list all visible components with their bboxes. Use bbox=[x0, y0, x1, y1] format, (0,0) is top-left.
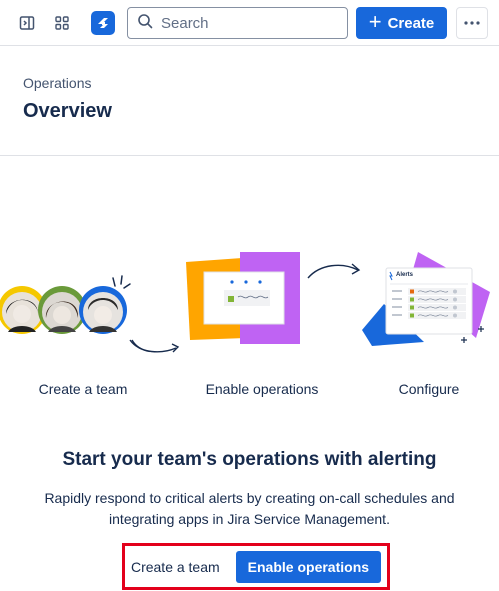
plus-icon: + bbox=[368, 9, 382, 34]
step-label-enable-operations: Enable operations bbox=[205, 381, 319, 397]
step-label-create-team: Create a team bbox=[38, 381, 128, 397]
empty-state-description: Rapidly respond to critical alerts by cr… bbox=[44, 490, 455, 527]
search-input[interactable] bbox=[161, 14, 331, 32]
header-divider bbox=[0, 155, 499, 156]
more-icon[interactable] bbox=[456, 7, 488, 39]
empty-state-heading: Start your team's operations with alerti… bbox=[62, 449, 437, 470]
create-team-button[interactable]: Create a team bbox=[131, 559, 220, 575]
top-navigation-bar: + Create bbox=[0, 0, 499, 46]
alerts-panel-title: Alerts bbox=[396, 272, 414, 278]
create-button[interactable]: + Create bbox=[356, 7, 447, 39]
step-label-configure: Configure bbox=[398, 381, 460, 397]
breadcrumb[interactable]: Operations bbox=[23, 75, 91, 91]
enable-operations-button[interactable]: Enable operations bbox=[235, 550, 382, 583]
avatar-2 bbox=[38, 286, 86, 334]
app-switcher-icon[interactable] bbox=[48, 9, 76, 37]
avatar-3 bbox=[79, 286, 127, 334]
enable-operations-illustration bbox=[186, 252, 300, 344]
configure-illustration: Alerts bbox=[358, 250, 499, 350]
sidebar-toggle-icon[interactable] bbox=[13, 9, 41, 37]
product-logo-icon[interactable] bbox=[91, 11, 115, 35]
search-icon bbox=[137, 13, 153, 34]
create-button-label: Create bbox=[387, 14, 435, 32]
spark-lines bbox=[112, 275, 131, 289]
search-box[interactable] bbox=[127, 7, 348, 39]
arrow-connector-1 bbox=[129, 339, 180, 353]
arrow-connector-2 bbox=[307, 263, 361, 279]
action-group: Create a team Enable operations bbox=[122, 543, 390, 590]
page-title: Overview bbox=[23, 100, 112, 122]
